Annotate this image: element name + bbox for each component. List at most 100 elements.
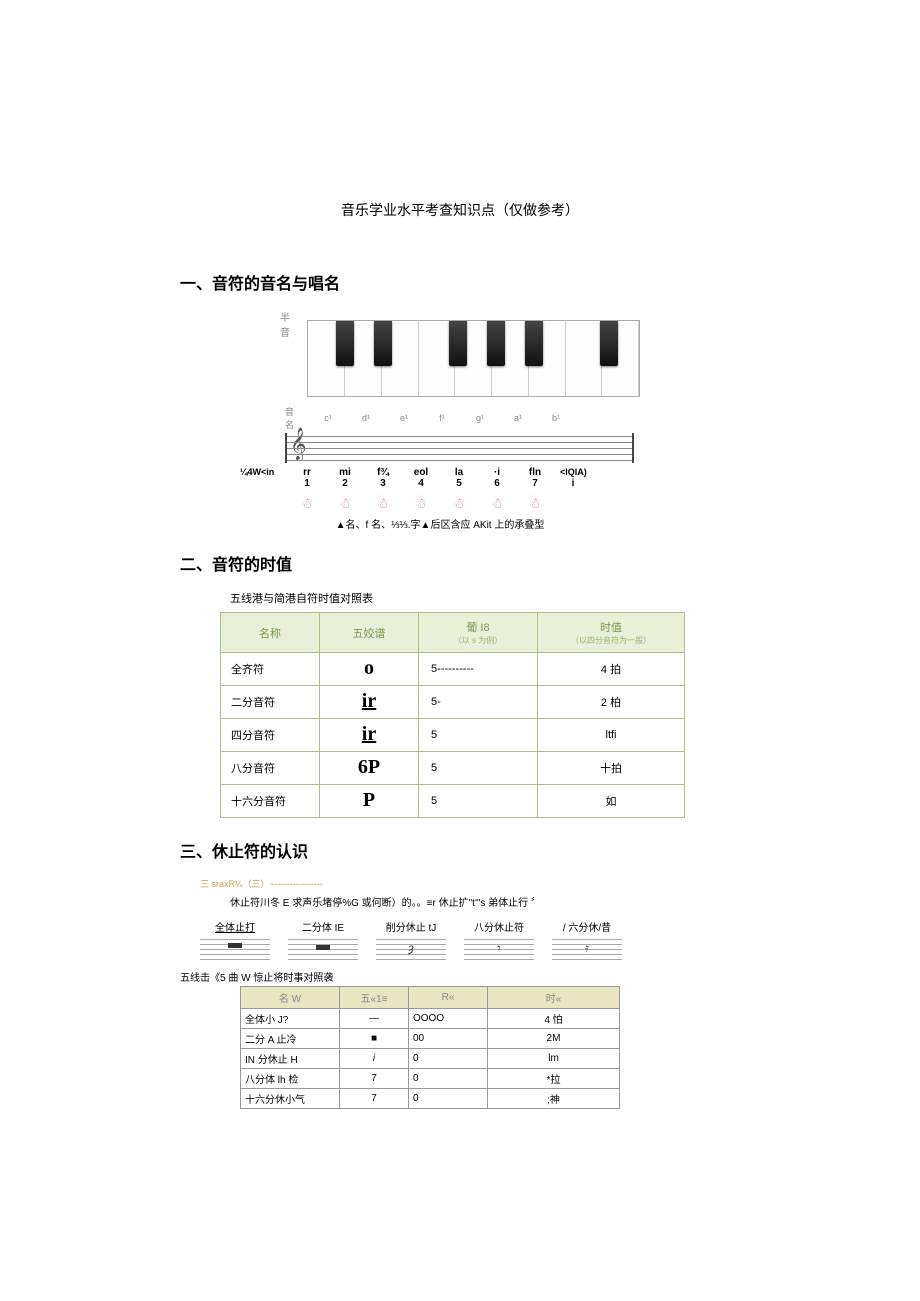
th-duration-sub: （以四分音符为一般） xyxy=(542,635,680,646)
note-name: d¹ xyxy=(347,413,385,423)
eighth-rest-icon: 𝄾 xyxy=(497,941,500,956)
number-row: 1 2 3 4 5 6 7 i xyxy=(288,478,640,489)
rest-label: 全体止打 xyxy=(200,919,270,934)
cell-duration: lm xyxy=(488,1049,620,1069)
solfege: fln xyxy=(516,467,554,478)
cell-jianpu: 5- xyxy=(419,686,538,719)
solfege-number: 3 xyxy=(364,478,402,489)
solfege-pre-label: ¼4W<in xyxy=(240,467,288,478)
rest-table-caption: 五线击《5 曲 W 惊止将时事对照袭 xyxy=(180,969,740,984)
note-name: c¹ xyxy=(309,413,347,423)
note-name: a¹ xyxy=(499,413,537,423)
th-jianpu: R« xyxy=(409,987,488,1009)
cell-duration: 如 xyxy=(538,785,685,818)
rest-label: 二分体 IE xyxy=(288,919,358,934)
child-icon: ☃ xyxy=(478,495,516,512)
solfege: ·i xyxy=(478,467,516,478)
child-icon: ☃ xyxy=(440,495,478,512)
note-table-caption: 五线港与简港自符时值对照表 xyxy=(230,590,740,606)
black-key xyxy=(336,321,354,366)
child-icon: ☃ xyxy=(364,495,402,512)
solfege-number: 4 xyxy=(402,478,440,489)
document-title: 音乐学业水平考查知识点（仅做参考） xyxy=(180,200,740,220)
sixteenth-note-icon: P xyxy=(363,789,375,811)
rest-duration-table: 名 W 五«1≡ R« 时« 全体小 J? — OOOO 4 怕 二分 A 止冷… xyxy=(240,986,620,1109)
cell-jianpu: 5 xyxy=(419,752,538,785)
sixteenth-rest-icon: 𝄿 xyxy=(585,941,589,956)
cell-duration: 十拍 xyxy=(538,752,685,785)
note-duration-table: 名称 五姣谱 葡 I8 （以 s 为例） 时值 （以四分音符为一般） 全齐符 o… xyxy=(220,612,685,818)
cell-staff: P xyxy=(320,785,419,818)
decorative-icons-row: ☃ ☃ ☃ ☃ ☃ ☃ ☃ xyxy=(288,495,640,512)
table-row: 全齐符 o 5---------- 4 拍 xyxy=(221,653,685,686)
cell-duration: 2 柏 xyxy=(538,686,685,719)
th-duration-text: 时值 xyxy=(600,622,622,634)
cell-jianpu: 0 xyxy=(409,1069,488,1089)
cell-name: 全齐符 xyxy=(221,653,320,686)
rest-staff-icon: ȝ xyxy=(376,937,446,961)
solfege: rr xyxy=(288,467,326,478)
rest-label: 削分休止 tJ xyxy=(376,919,446,934)
rest-sub-caption: 三 sraxR¼（三）~---------------- xyxy=(200,877,740,890)
half-rest-icon xyxy=(316,945,330,950)
black-key xyxy=(487,321,505,366)
table-row: 全体小 J? — OOOO 4 怕 xyxy=(241,1009,620,1029)
rest-staff-icon xyxy=(200,937,270,961)
cell-staff: 7 xyxy=(340,1089,409,1109)
cell-duration: ;神 xyxy=(488,1089,620,1109)
th-staff: 五«1≡ xyxy=(340,987,409,1009)
cell-name: 十六分音符 xyxy=(221,785,320,818)
cell-staff: o xyxy=(320,653,419,686)
table-row: IN 分休止 H i 0 lm xyxy=(241,1049,620,1069)
child-icon: ☃ xyxy=(326,495,364,512)
cell-jianpu: 5 xyxy=(419,785,538,818)
solfege-number: 5 xyxy=(440,478,478,489)
whole-note-icon: o xyxy=(364,657,374,679)
cell-name: 八分体 lh 检 xyxy=(241,1069,340,1089)
quarter-note-icon: ir xyxy=(362,723,376,745)
th-jianpu: 葡 I8 （以 s 为例） xyxy=(419,613,538,653)
rest-item: 八分休止符 𝄾 xyxy=(464,919,534,961)
cell-duration: 2M xyxy=(488,1029,620,1049)
black-key xyxy=(449,321,467,366)
cell-duration: ltfi xyxy=(538,719,685,752)
figure-caption: ▲名、f 名、⅓⅓.字▲后区含应 AKit 上的承叠型 xyxy=(240,516,640,531)
cell-jianpu: 5 xyxy=(419,719,538,752)
th-duration: 时值 （以四分音符为一般） xyxy=(538,613,685,653)
cell-duration: 4 怕 xyxy=(488,1009,620,1029)
piano-semitone-label: 半音 xyxy=(280,309,299,339)
quarter-rest-icon: ȝ xyxy=(408,941,413,955)
rest-staff-icon: 𝄿 xyxy=(552,937,622,961)
cell-staff: ir xyxy=(320,686,419,719)
rest-item: / 六分休/昔 𝄿 xyxy=(552,919,622,961)
figure-notes: 半音 音名 xyxy=(240,309,640,531)
cell-jianpu: 0 xyxy=(409,1049,488,1069)
cell-staff: 6P xyxy=(320,752,419,785)
cell-name: 四分音符 xyxy=(221,719,320,752)
solfege: mi xyxy=(326,467,364,478)
rest-item: 二分体 IE xyxy=(288,919,358,961)
th-duration: 时« xyxy=(488,987,620,1009)
solfege: eol xyxy=(402,467,440,478)
note-name: e¹ xyxy=(385,413,423,423)
note-name xyxy=(575,413,613,423)
solfege-number: 6 xyxy=(478,478,516,489)
cell-name: IN 分休止 H xyxy=(241,1049,340,1069)
cell-duration: *拉 xyxy=(488,1069,620,1089)
cell-staff: ■ xyxy=(340,1029,409,1049)
solfege-number: 1 xyxy=(288,478,326,489)
rest-label: / 六分休/昔 xyxy=(552,919,622,934)
section-1-title: 一、音符的音名与唱名 xyxy=(180,270,740,294)
white-key xyxy=(566,321,603,396)
table-row: 八分体 lh 检 7 0 *拉 xyxy=(241,1069,620,1089)
cell-staff: i xyxy=(340,1049,409,1069)
solfege: f¾ xyxy=(364,467,402,478)
cell-name: 二分 A 止冷 xyxy=(241,1029,340,1049)
black-key xyxy=(600,321,618,366)
rest-item: 削分休止 tJ ȝ xyxy=(376,919,446,961)
solfege: la xyxy=(440,467,478,478)
table-row: 二分音符 ir 5- 2 柏 xyxy=(221,686,685,719)
th-jianpu-text: 葡 I8 xyxy=(466,622,489,634)
note-name: f¹ xyxy=(423,413,461,423)
piano-diagram: 半音 xyxy=(280,309,640,397)
